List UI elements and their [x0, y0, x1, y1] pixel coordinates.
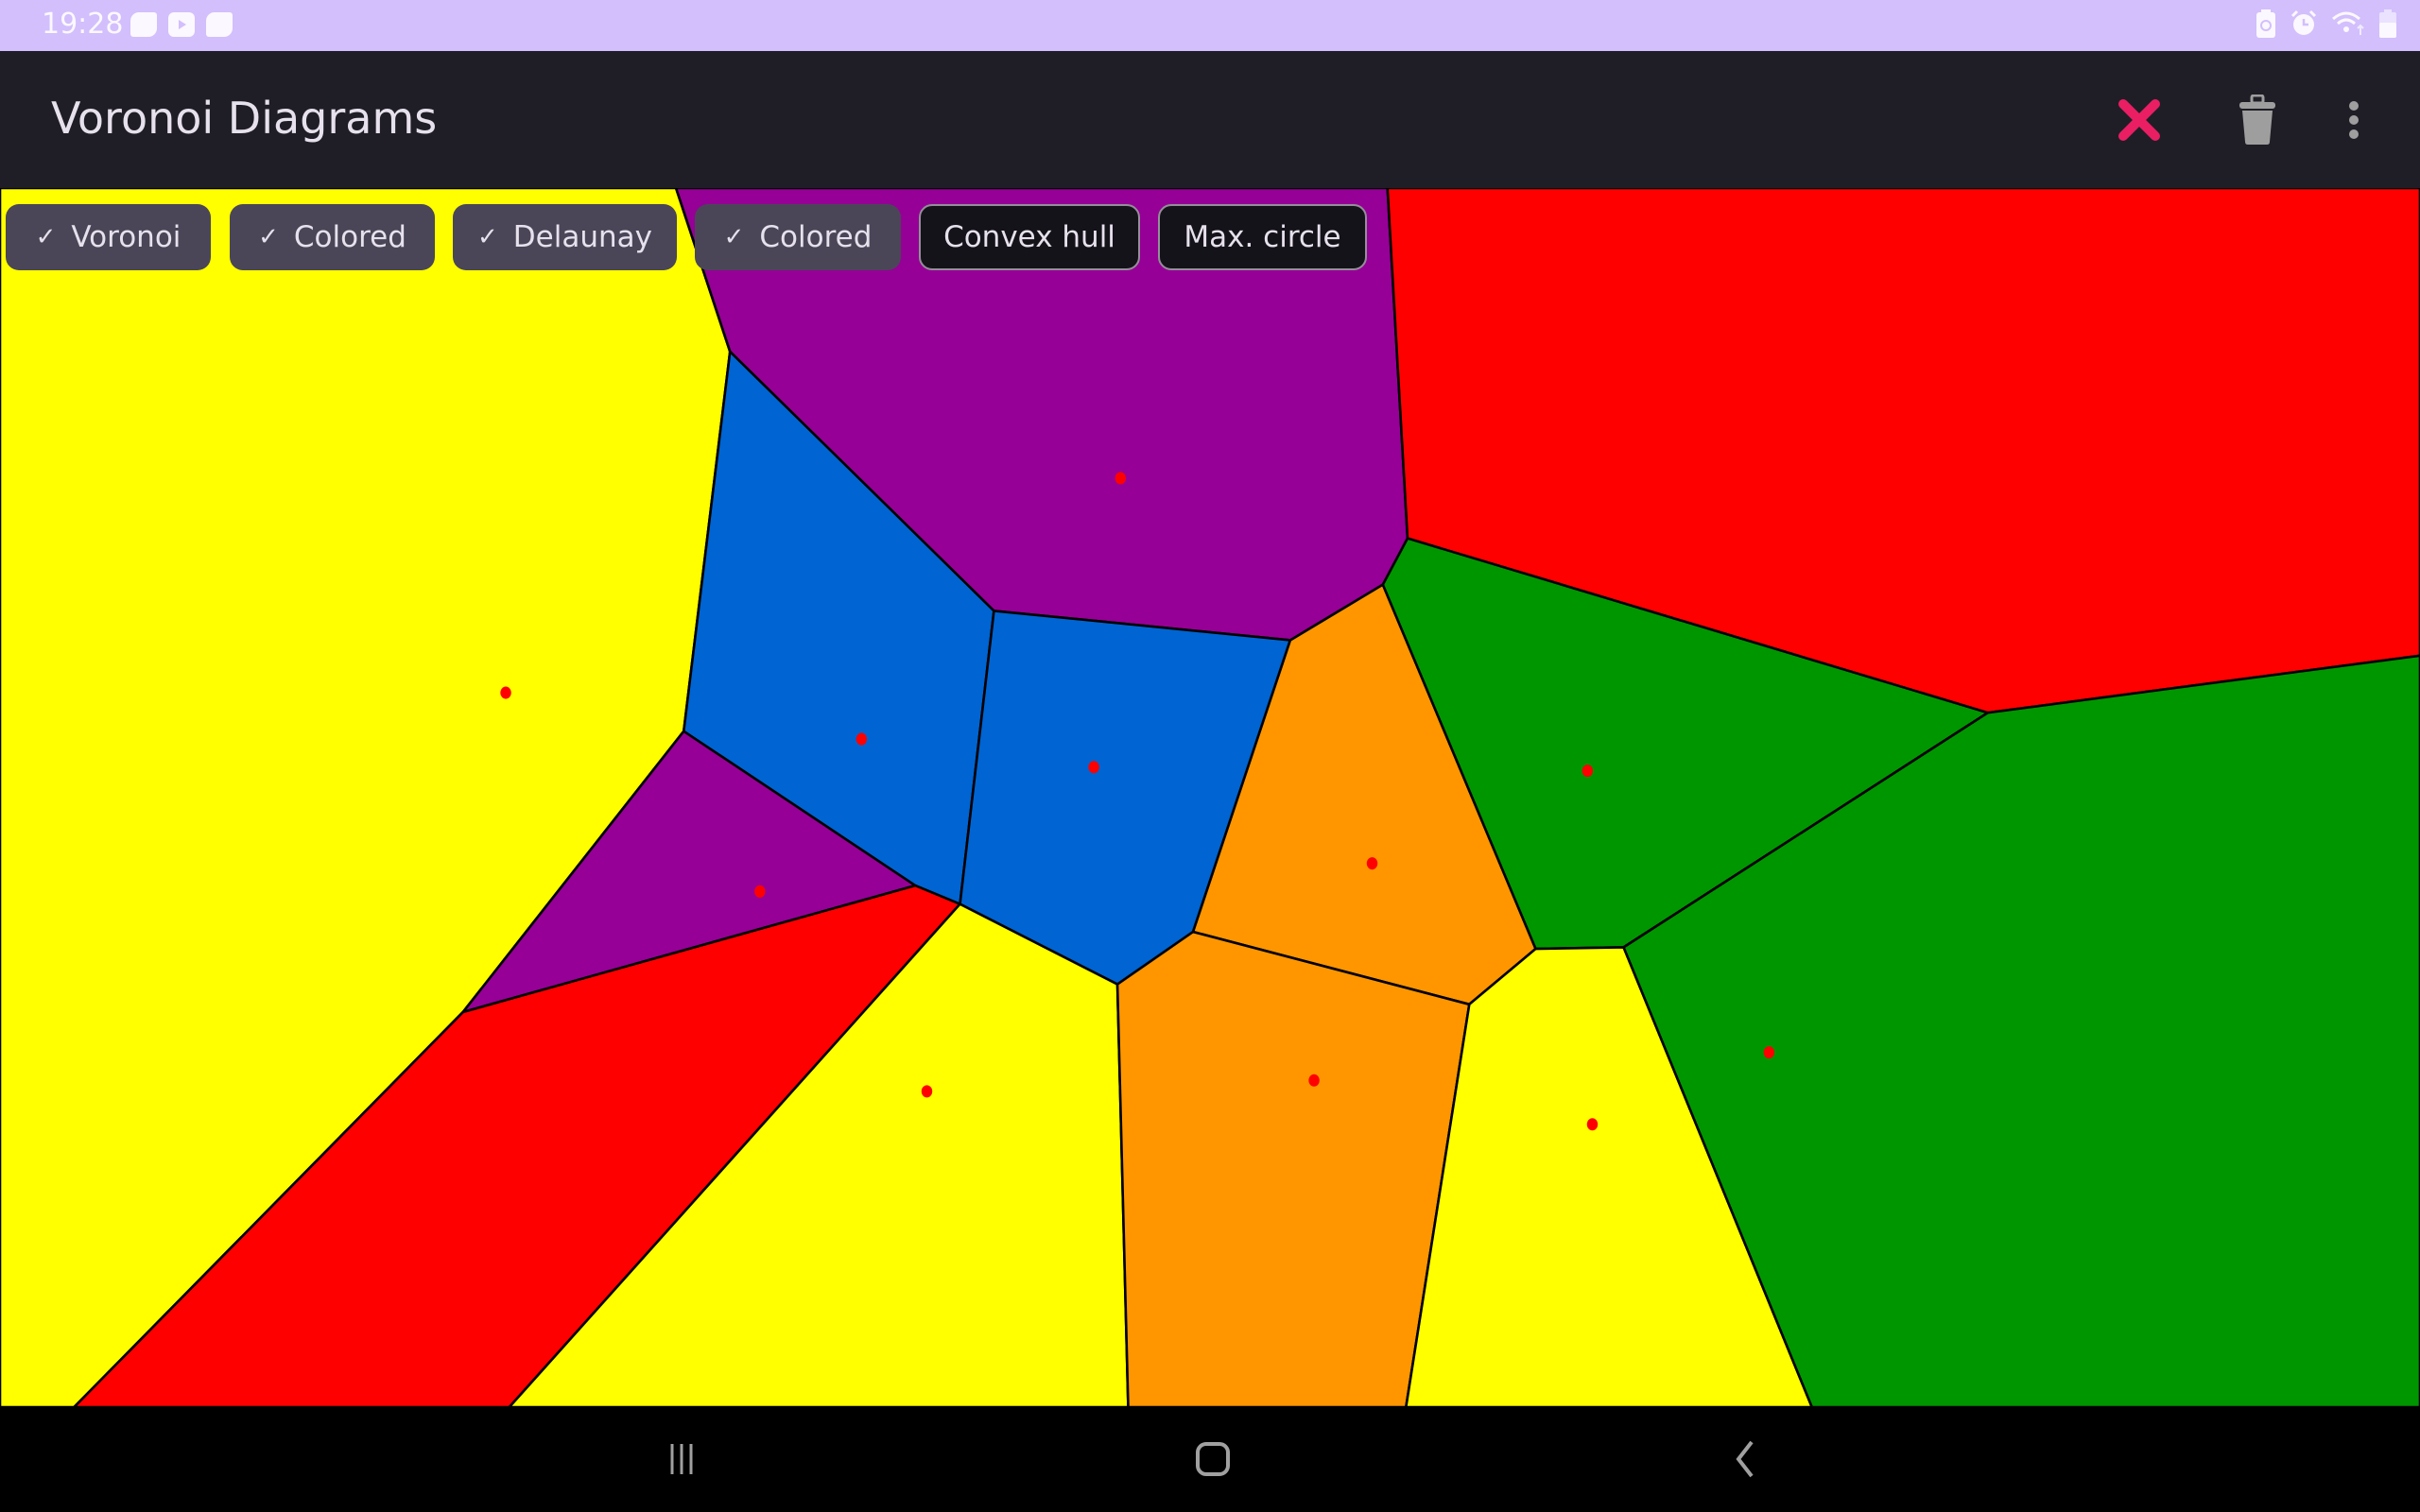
- more-vert-icon: [2349, 101, 2359, 139]
- app-notification-icon: [130, 12, 157, 37]
- app-bar: Voronoi Diagrams: [0, 51, 2420, 188]
- status-time: 19:28: [42, 8, 124, 41]
- chip-voronoi-colored[interactable]: ✓ Colored: [230, 204, 435, 270]
- voronoi-site-point[interactable]: [1308, 1074, 1320, 1087]
- voronoi-site-point[interactable]: [1763, 1046, 1775, 1059]
- app-notification-icon: [206, 12, 233, 37]
- alarm-icon: [2290, 9, 2317, 35]
- chip-label: Colored: [759, 220, 873, 254]
- chip-convex-hull[interactable]: Convex hull: [919, 204, 1140, 270]
- back-button[interactable]: [1692, 1426, 1796, 1492]
- home-button[interactable]: [1161, 1426, 1265, 1492]
- status-bar: 19:28: [0, 0, 2420, 51]
- delete-button[interactable]: [2224, 87, 2290, 153]
- chip-max-circle[interactable]: Max. circle: [1158, 204, 1367, 270]
- voronoi-site-point[interactable]: [1582, 765, 1594, 778]
- wifi-icon: [2332, 11, 2364, 35]
- chip-label: Convex hull: [943, 220, 1115, 254]
- back-icon: [1736, 1440, 1754, 1478]
- recents-button[interactable]: [630, 1426, 734, 1492]
- close-icon: [2118, 99, 2160, 141]
- recents-icon: [670, 1444, 693, 1474]
- voronoi-canvas[interactable]: [0, 188, 2420, 1407]
- voronoi-cells: [0, 188, 2420, 1407]
- battery-saver-icon: [2256, 9, 2275, 38]
- voronoi-site-point[interactable]: [1586, 1118, 1599, 1131]
- chip-delaunay[interactable]: ✓ Delaunay: [453, 204, 677, 270]
- trash-icon: [2239, 94, 2275, 145]
- voronoi-site-point[interactable]: [1088, 761, 1099, 774]
- battery-icon: [2379, 9, 2396, 38]
- chip-delaunay-colored[interactable]: ✓ Colored: [695, 204, 901, 270]
- more-options-button[interactable]: [2321, 87, 2387, 153]
- voronoi-diagram[interactable]: [0, 188, 2420, 1407]
- voronoi-site-point[interactable]: [1366, 857, 1378, 870]
- voronoi-site-point[interactable]: [500, 686, 511, 699]
- home-icon: [1196, 1442, 1230, 1476]
- check-icon: ✓: [723, 223, 745, 251]
- check-icon: ✓: [477, 223, 498, 251]
- system-icons: [2256, 9, 2397, 38]
- navigation-bar: [0, 1407, 2420, 1512]
- clear-button[interactable]: [2106, 87, 2172, 153]
- youtube-icon: [168, 12, 195, 37]
- chip-label: Max. circle: [1184, 220, 1341, 254]
- notification-icons: [130, 12, 233, 37]
- check-icon: ✓: [258, 223, 279, 251]
- chip-label: Voronoi: [71, 220, 182, 254]
- chip-label: Delaunay: [512, 220, 652, 254]
- voronoi-site-point[interactable]: [856, 732, 868, 746]
- voronoi-site-point[interactable]: [921, 1085, 933, 1098]
- check-icon: ✓: [35, 223, 57, 251]
- chip-voronoi[interactable]: ✓ Voronoi: [6, 204, 211, 270]
- voronoi-site-point[interactable]: [754, 885, 766, 898]
- chip-label: Colored: [293, 220, 406, 254]
- page-title: Voronoi Diagrams: [51, 93, 438, 144]
- voronoi-site-point[interactable]: [1115, 472, 1126, 485]
